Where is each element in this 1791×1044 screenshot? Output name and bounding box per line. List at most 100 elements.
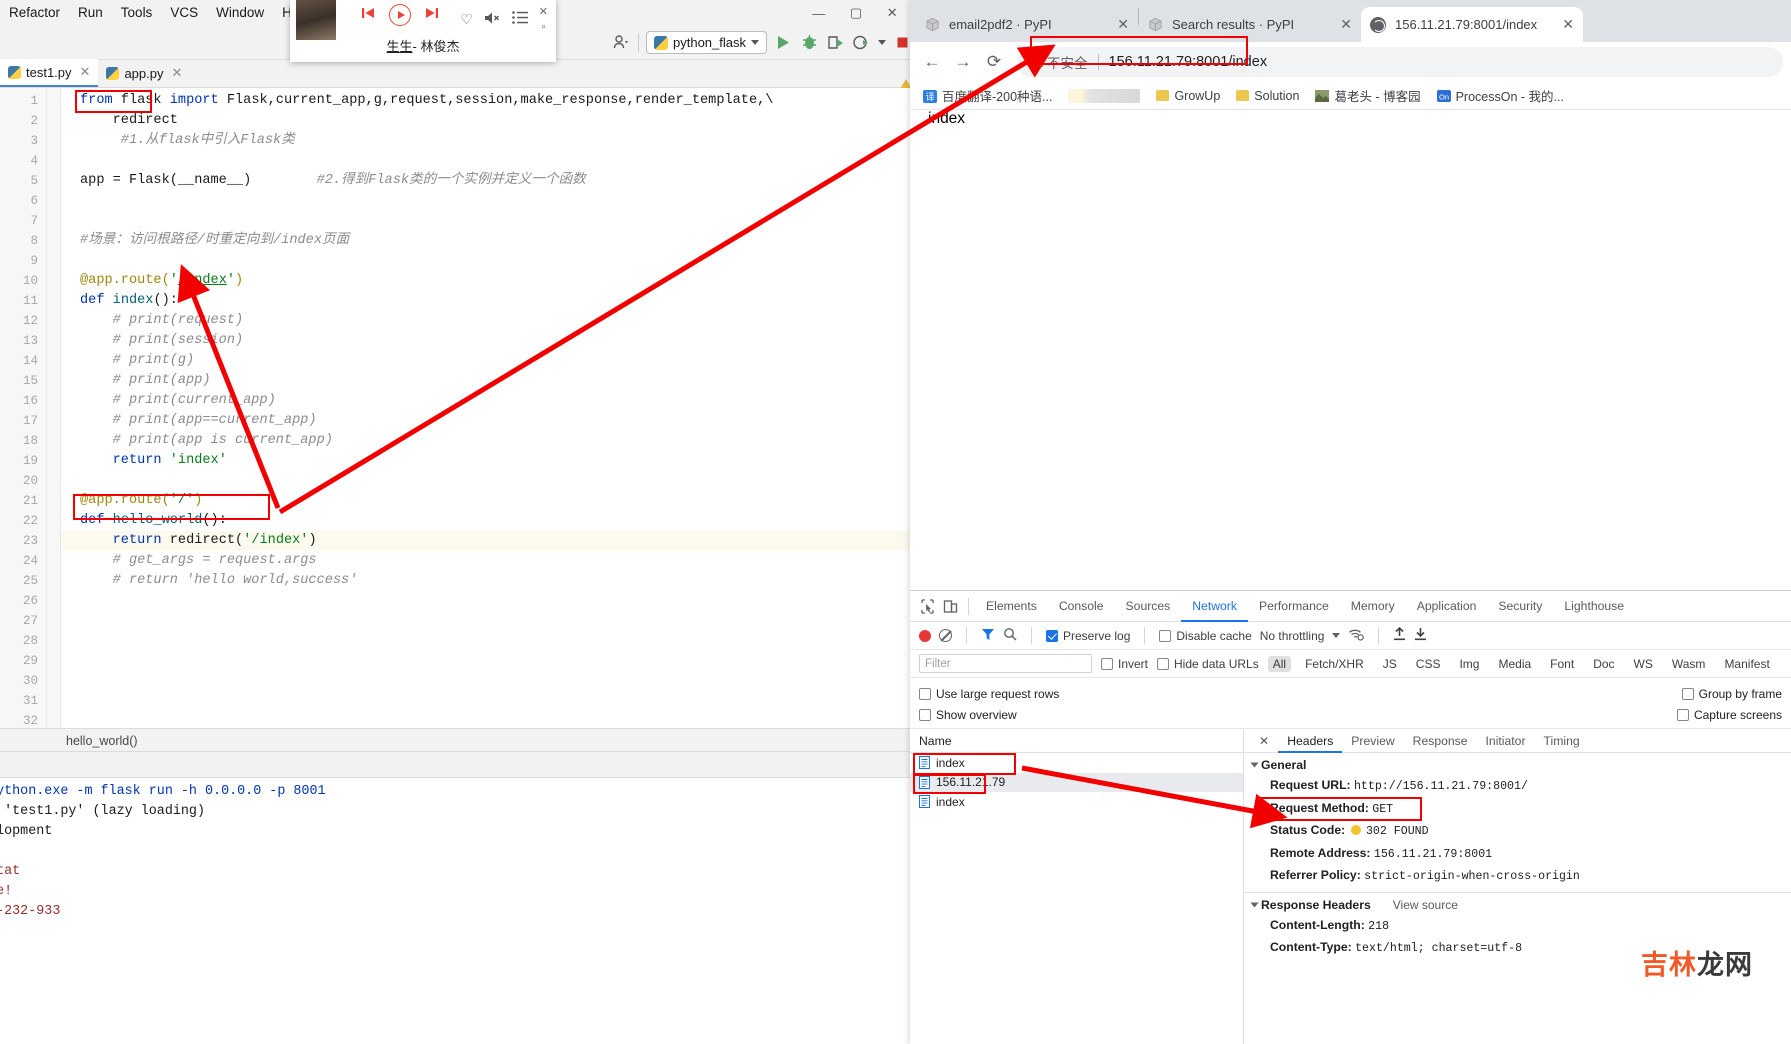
network-conditions-icon[interactable] [1348, 627, 1365, 644]
record-icon[interactable] [919, 629, 931, 642]
capture-screenshots-checkbox[interactable]: Capture screens [1676, 708, 1782, 722]
hide-data-urls-checkbox[interactable]: Hide data URLs [1157, 657, 1259, 671]
code-line[interactable]: def hello_world(): [80, 511, 227, 531]
throttling-select[interactable]: No throttling [1260, 629, 1325, 643]
invert-checkbox[interactable]: Invert [1101, 657, 1148, 671]
code-line[interactable]: redirect [80, 111, 178, 131]
code-line[interactable]: @app.route('/') [80, 491, 202, 511]
use-large-rows-checkbox[interactable]: Use large request rows [919, 687, 1059, 701]
type-filter-wasm[interactable]: Wasm [1667, 656, 1711, 672]
next-track-icon[interactable] [424, 5, 440, 26]
code-line[interactable]: # print(current_app) [80, 391, 276, 411]
maximize-icon-ide[interactable]: ▢ [850, 5, 862, 21]
table-row[interactable]: index [910, 753, 1243, 773]
detail-tab-initiator[interactable]: Initiator [1477, 729, 1535, 753]
close-icon-3[interactable]: ✕ [1562, 16, 1574, 33]
code-line[interactable]: #场景：访问根路径/时重定向到/index页面 [80, 231, 349, 251]
devtools-tab-lighthouse[interactable]: Lighthouse [1553, 591, 1635, 622]
chevron-down-icon[interactable] [1332, 633, 1341, 638]
detail-tab-preview[interactable]: Preview [1342, 729, 1403, 753]
type-filter-font[interactable]: Font [1545, 656, 1579, 672]
play-button[interactable] [389, 4, 411, 26]
code-line[interactable]: # print(app) [80, 371, 211, 391]
menu-item-tools[interactable]: Tools [112, 0, 162, 26]
favorite-heart-icon[interactable]: ♡ [460, 11, 473, 28]
code-line[interactable]: @app.route('/index') [80, 271, 243, 291]
close-icon[interactable]: ✕ [1117, 16, 1129, 33]
detail-tab-timing[interactable]: Timing [1535, 729, 1589, 753]
filter-input[interactable]: Filter [919, 654, 1092, 673]
code-line[interactable]: app = Flask(__name__) #2.得到Flask类的一个实例并定… [80, 171, 586, 191]
code-line[interactable]: from flask import Flask,current_app,g,re… [80, 91, 773, 111]
source-code[interactable]: from flask import Flask,current_app,g,re… [61, 88, 1012, 728]
profile-icon[interactable] [612, 33, 631, 52]
bookmark-baidu-translate[interactable]: 译 百度翻译-200种语... [918, 84, 1057, 107]
run-dropdown-icon[interactable] [878, 40, 886, 45]
request-list[interactable]: Name index 156.11.21.79 index [910, 729, 1244, 1044]
import-har-icon[interactable] [1393, 626, 1406, 644]
reload-button[interactable]: ⟳ [980, 48, 1008, 76]
browser-tab-index[interactable]: 156.11.21.79:8001/index ✕ [1361, 7, 1583, 42]
music-player-popup[interactable]: ♡ ✕ ▫ 生生- 林俊杰 [290, 0, 556, 62]
code-line[interactable]: # get_args = request.args [80, 551, 317, 571]
code-line[interactable]: #1.从flask中引入Flask类 [80, 131, 295, 151]
editor-tab-test1[interactable]: test1.py ✕ [0, 59, 99, 87]
disable-cache-checkbox[interactable]: Disable cache [1159, 629, 1252, 643]
back-button[interactable]: ← [918, 48, 946, 76]
close-icon-2[interactable]: ✕ [171, 65, 182, 81]
menu-item-window[interactable]: Window [207, 0, 273, 26]
general-section-header[interactable]: General [1244, 753, 1791, 775]
profile-run-icon[interactable] [852, 33, 871, 52]
code-line[interactable]: return redirect('/index') [80, 531, 317, 551]
not-secure-indicator[interactable]: 不安全 [1029, 52, 1088, 72]
code-line[interactable]: # print(session) [80, 331, 244, 351]
devtools-tab-network[interactable]: Network [1181, 591, 1248, 622]
bookmark-cnblogs[interactable]: 葛老头 - 博客园 [1310, 84, 1425, 107]
minimize-icon-player[interactable]: ▫ [541, 21, 545, 33]
code-line[interactable]: # return 'hello world,success' [80, 571, 358, 591]
bookmark-growup[interactable]: GrowUp [1151, 87, 1225, 105]
devtools-tab-memory[interactable]: Memory [1340, 591, 1406, 622]
devtools-tab-application[interactable]: Application [1406, 591, 1488, 622]
view-source-link[interactable]: View source [1393, 898, 1458, 912]
playlist-icon[interactable] [511, 11, 528, 27]
close-icon[interactable]: ✕ [80, 64, 91, 80]
debug-icon[interactable] [800, 33, 819, 52]
close-icon-2[interactable]: ✕ [1340, 16, 1352, 33]
bookmark-solution[interactable]: Solution [1231, 87, 1304, 105]
group-by-frame-checkbox[interactable]: Group by frame [1681, 687, 1782, 701]
bookmark-processon[interactable]: On ProcessOn - 我的... [1432, 84, 1569, 107]
mute-icon[interactable] [484, 11, 501, 28]
type-filter-img[interactable]: Img [1454, 656, 1484, 672]
type-filter-doc[interactable]: Doc [1588, 656, 1619, 672]
run-configuration-selector[interactable]: python_flask [646, 31, 767, 54]
type-filter-js[interactable]: JS [1378, 656, 1402, 672]
type-filter-ws[interactable]: WS [1629, 656, 1658, 672]
editor-tab-app[interactable]: app.py ✕ [98, 59, 190, 87]
devtools-tab-security[interactable]: Security [1487, 591, 1553, 622]
device-toolbar-icon[interactable] [943, 599, 958, 614]
browser-tab-email2pdf2[interactable]: email2pdf2 · PyPI ✕ [916, 7, 1138, 42]
forward-button[interactable]: → [949, 48, 977, 76]
code-line[interactable]: def index(): [80, 291, 178, 311]
devtools-tab-sources[interactable]: Sources [1115, 591, 1182, 622]
close-detail-icon[interactable]: ✕ [1250, 729, 1278, 753]
table-row-3[interactable]: index [910, 792, 1243, 812]
devtools-tab-elements[interactable]: Elements [975, 591, 1048, 622]
table-row-selected[interactable]: 156.11.21.79 [910, 772, 1243, 792]
menu-item-refactor[interactable]: Refactor [0, 0, 69, 26]
close-icon-player[interactable]: ✕ [539, 5, 548, 18]
detail-tab-response[interactable]: Response [1404, 729, 1477, 753]
code-folding-column[interactable] [47, 88, 61, 728]
preserve-log-checkbox[interactable]: Preserve log [1046, 629, 1130, 643]
minimize-icon-ide[interactable]: — [812, 6, 825, 21]
code-line[interactable]: # print(g) [80, 351, 195, 371]
detail-tab-headers[interactable]: Headers [1278, 729, 1342, 753]
address-bar[interactable]: 不安全 156.11.21.79:8001/index [1017, 47, 1783, 77]
type-filter-fetch-xhr[interactable]: Fetch/XHR [1300, 656, 1369, 672]
type-filter-manifest[interactable]: Manifest [1719, 656, 1774, 672]
run-with-coverage-icon[interactable] [826, 33, 845, 52]
filter-icon[interactable] [981, 628, 995, 644]
run-console-output[interactable]: \python.exe -m flask run -h 0.0.0.0 -p 8… [0, 778, 1012, 1044]
code-line[interactable]: # print(app==current_app) [80, 411, 317, 431]
